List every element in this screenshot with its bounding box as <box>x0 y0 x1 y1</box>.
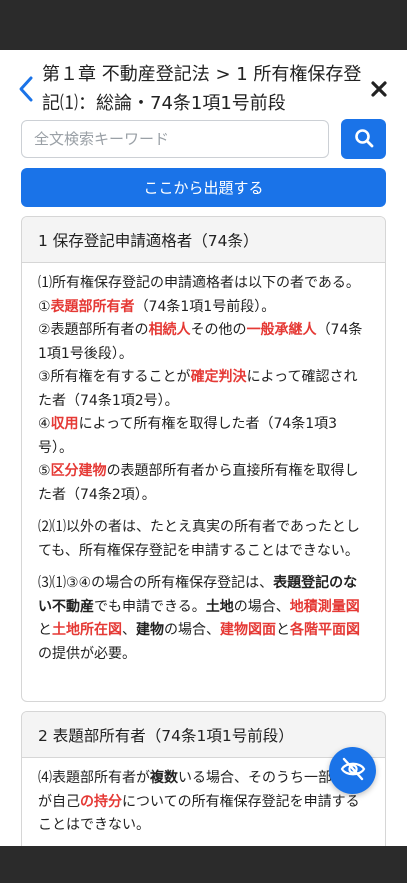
section-body: ⑴所有権保存登記の申請適格者は以下の者である。 ①表題部所有者（74条1項1号前… <box>22 263 385 666</box>
highlight-term: の持分 <box>80 793 122 810</box>
bold-term: 複数 <box>150 770 178 786</box>
highlight-term: 土地所在図 <box>52 622 122 638</box>
paragraph-1: ⑴所有権保存登記の申請適格者は以下の者である。 ①表題部所有者（74条1項1号前… <box>38 272 369 507</box>
chevron-left-icon[interactable] <box>14 74 38 104</box>
list-item: ③所有権を有することが確定判決によって確認された者（74条1項2号）。 <box>38 366 369 413</box>
page-title: 第１章 不動産登記法 > 1 所有権保存登記⑴：総論・74条1項1号前段 <box>42 64 362 114</box>
item-text: （74条1項1号前段）。 <box>134 298 276 315</box>
highlight-term: 区分建物 <box>50 463 107 479</box>
highlight-term: 一般承継人 <box>246 322 317 338</box>
close-icon[interactable] <box>368 78 390 100</box>
item-number: ④ <box>38 416 51 432</box>
list-item: ②表題部所有者の相続人その他の一般承継人（74条1項1号後段）。 <box>38 319 369 366</box>
text: の提供が必要。 <box>38 645 136 662</box>
text: の場合、 <box>164 622 220 638</box>
text: ⑷表題部所有者が <box>38 770 150 786</box>
hide-answers-button[interactable] <box>329 747 376 794</box>
highlight-term: 地積測量図 <box>289 598 360 615</box>
item-text: その他の <box>190 322 247 338</box>
section-title: 1 保存登記申請適格者（74条） <box>22 217 385 263</box>
paragraph-4: ⑷表題部所有者が複数いる場合、そのうち一部の者が自己の持分についての所有権保存登… <box>38 767 369 838</box>
item-number: ⑤ <box>38 463 51 479</box>
highlight-term: 収用 <box>50 416 79 432</box>
item-text: ②表題部所有者の <box>38 322 149 338</box>
item-number: ① <box>38 298 51 315</box>
bold-term: 土地 <box>205 598 234 615</box>
paragraph-2: ⑵⑴以外の者は、たとえ真実の所有者であったとしても、所有権保存登記を申請すること… <box>38 519 360 559</box>
highlight-term: 建物図面 <box>220 622 276 638</box>
paragraph-intro: ⑴所有権保存登記の申請適格者は以下の者である。 <box>38 275 360 291</box>
text: ⑶⑴③④の場合の所有権保存登記は、 <box>38 575 274 591</box>
paragraph-3: ⑶⑴③④の場合の所有権保存登記は、表題登記のない不動産でも申請できる。土地の場合… <box>38 572 369 666</box>
highlight-term: 相続人 <box>148 322 191 338</box>
start-quiz-button[interactable]: ここから出題する <box>21 168 386 207</box>
text: と <box>276 622 290 638</box>
text: と <box>38 622 52 638</box>
list-item: ⑤区分建物の表題部所有者から直接所有権を取得した者（74条2項）。 <box>38 460 369 507</box>
section-card: 1 保存登記申請適格者（74条） ⑴所有権保存登記の申請適格者は以下の者である。… <box>21 216 386 702</box>
status-bar <box>0 0 407 50</box>
bottom-bar <box>0 846 407 883</box>
text: でも申請できる。 <box>94 598 206 615</box>
text: 、 <box>122 622 136 638</box>
eye-off-icon <box>340 756 366 786</box>
search-button[interactable] <box>341 119 386 159</box>
highlight-term: 表題部所有者 <box>50 298 135 315</box>
list-item: ④収用によって所有権を取得した者（74条1項3号）。 <box>38 413 369 460</box>
bold-term: 建物 <box>136 622 164 638</box>
list-item: ①表題部所有者（74条1項1号前段）。 <box>38 296 369 320</box>
search-input[interactable] <box>21 120 329 158</box>
search-icon <box>354 128 374 151</box>
highlight-term: 各階平面図 <box>290 622 360 638</box>
section-title: 2 表題部所有者（74条1項1号前段） <box>22 712 385 758</box>
text: の場合、 <box>233 598 290 615</box>
highlight-term: 確定判決 <box>190 369 247 385</box>
item-text: によって所有権を取得した者（74条1項3号）。 <box>38 416 338 456</box>
item-text: ③所有権を有することが <box>38 369 191 385</box>
